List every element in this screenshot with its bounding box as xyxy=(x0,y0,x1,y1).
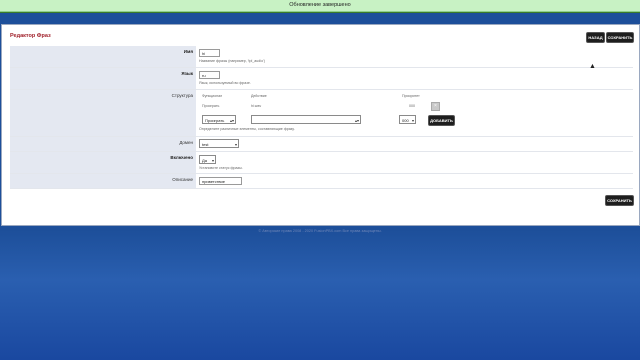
function-select[interactable]: Проиграть ▴▾ xyxy=(202,115,236,124)
label-name: Имя xyxy=(10,46,196,67)
update-notice: Обновление завершено xyxy=(0,0,640,12)
row-description: Описание приветствие xyxy=(10,174,633,189)
enabled-hint: Установите статус фразы. xyxy=(199,166,243,170)
structure-row-action: hi.wav xyxy=(251,104,262,108)
chevron-down-icon: ▾ xyxy=(211,158,214,163)
label-description: Описание xyxy=(10,174,196,188)
description-input[interactable]: приветствие xyxy=(199,177,242,185)
name-input[interactable]: hi xyxy=(199,49,220,57)
back-button[interactable]: НАЗАД xyxy=(586,32,605,43)
action-select[interactable]: ▴▾ xyxy=(251,115,361,124)
structure-row-priority: 000 xyxy=(409,104,415,108)
structure-row-function: Проиграть xyxy=(202,104,220,108)
mouse-cursor-icon: ▲ xyxy=(589,63,596,70)
save-button[interactable]: СОХРАНИТЬ xyxy=(606,32,634,43)
row-language: Язык ru Язык, используемый во фразе. xyxy=(10,68,633,90)
save-button-bottom[interactable]: СОХРАНИТЬ xyxy=(605,195,634,206)
add-button[interactable]: ДОБАВИТЬ xyxy=(428,115,455,126)
label-language: Язык xyxy=(10,68,196,89)
chevron-down-icon: ▴▾ xyxy=(229,118,234,123)
row-domain: Домен test ▾ xyxy=(10,137,633,152)
footer-copyright: © Авторские права 2008 - 2020 FusionPBX.… xyxy=(258,229,382,233)
phrase-editor-panel: Редактор Фраз НАЗАД СОХРАНИТЬ Имя hi Наз… xyxy=(1,24,640,226)
domain-select[interactable]: test ▾ xyxy=(199,139,239,148)
chevron-down-icon: ▴▾ xyxy=(354,118,359,123)
row-name: Имя hi Название фразы (например, 'tpl_au… xyxy=(10,46,633,68)
notice-divider xyxy=(0,12,640,13)
chevron-down-icon: ▾ xyxy=(411,118,414,123)
col-action-header: Действие xyxy=(251,94,267,98)
enabled-select[interactable]: Да ▾ xyxy=(199,155,216,164)
chevron-down-icon: ▾ xyxy=(234,142,237,147)
language-input[interactable]: ru xyxy=(199,71,220,79)
row-structure: Структура Функционал Действие Приоритет … xyxy=(10,90,633,137)
label-structure: Структура xyxy=(10,90,196,136)
label-domain: Домен xyxy=(10,137,196,151)
page-title: Редактор Фраз xyxy=(10,33,51,39)
priority-select[interactable]: 000 ▾ xyxy=(399,115,416,124)
structure-hint: Определите различные элементы, составляю… xyxy=(199,127,295,131)
delete-icon[interactable]: × xyxy=(431,102,440,111)
language-hint: Язык, используемый во фразе. xyxy=(199,81,251,85)
label-enabled: Включено xyxy=(10,152,196,173)
name-hint: Название фразы (например, 'tpl_audio') xyxy=(199,59,265,63)
col-function-header: Функционал xyxy=(202,94,223,98)
row-enabled: Включено Да ▾ Установите статус фразы. xyxy=(10,152,633,174)
col-priority-header: Приоритет xyxy=(402,94,420,98)
